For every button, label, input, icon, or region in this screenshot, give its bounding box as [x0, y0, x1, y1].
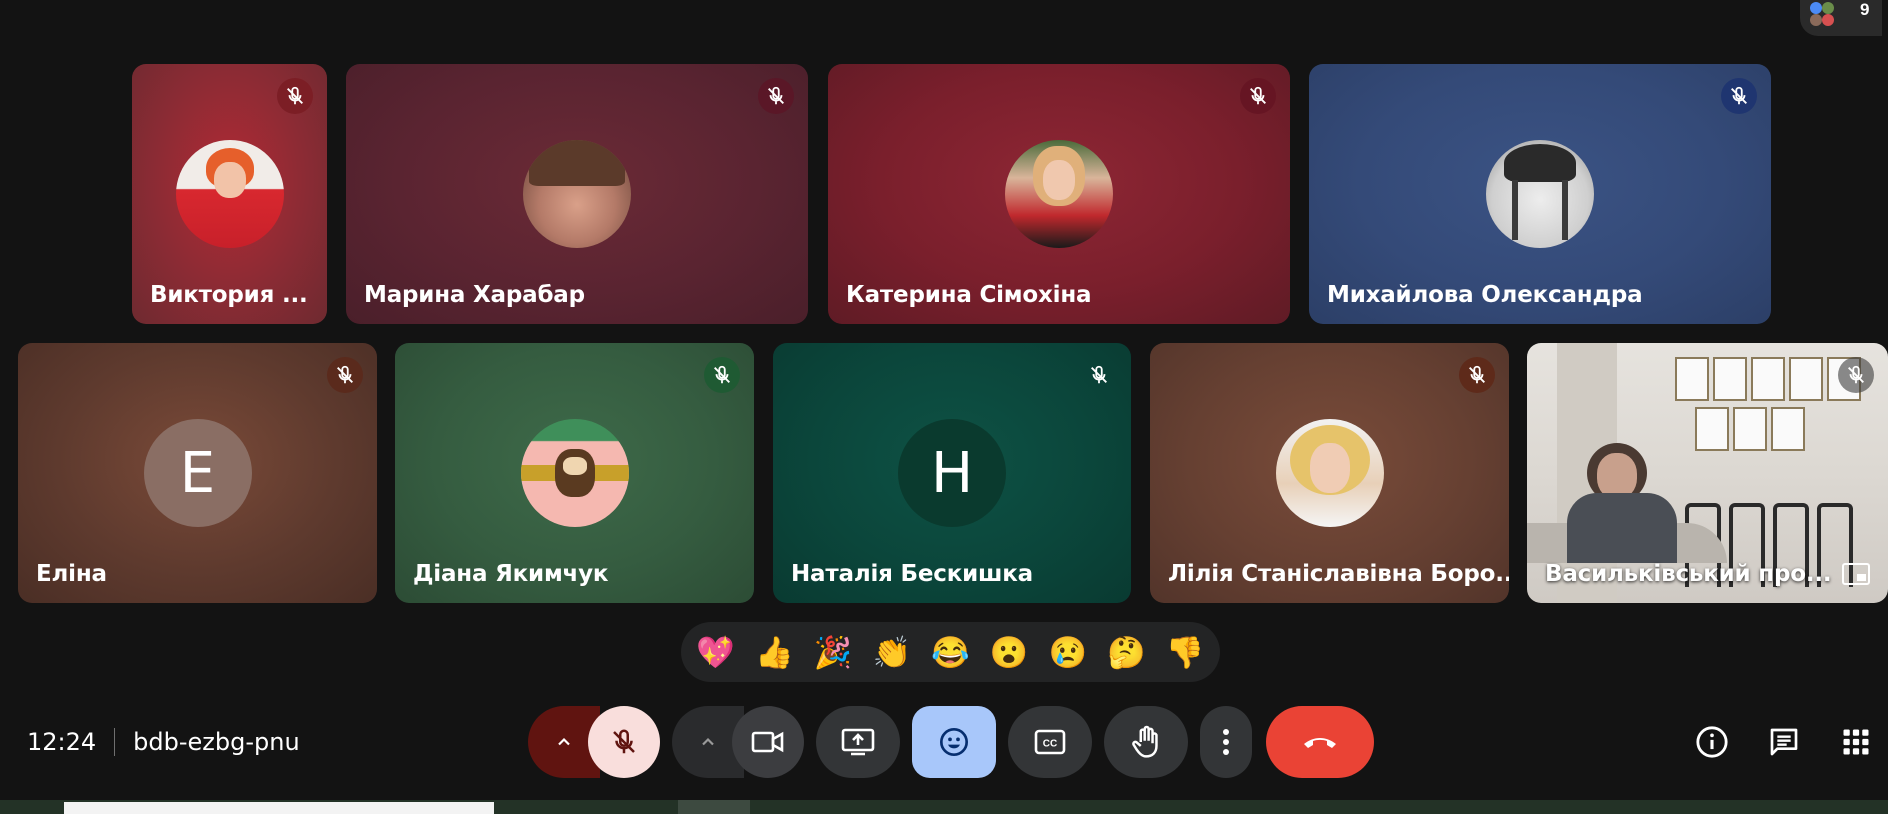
- apps-grid-icon: [1843, 729, 1869, 755]
- present-screen-button[interactable]: [816, 706, 900, 778]
- participant-tile[interactable]: Марина Харабар: [346, 64, 808, 324]
- meeting-time: 12:24: [27, 728, 97, 756]
- reaction-thinking[interactable]: 🤔: [1103, 628, 1151, 676]
- os-taskbar: [0, 800, 1888, 814]
- chat-button[interactable]: [1762, 720, 1806, 764]
- avatar: [523, 140, 631, 248]
- mic-muted-icon: [1459, 357, 1495, 393]
- participant-tile[interactable]: Виктория ...: [132, 64, 327, 324]
- meeting-code: bdb-ezbg-pnu: [133, 728, 300, 756]
- participant-name: Виктория ...: [150, 282, 308, 308]
- info-icon: [1696, 726, 1728, 758]
- camera-toggle-button[interactable]: [732, 706, 804, 778]
- participant-name: Васильківський про...: [1545, 561, 1832, 587]
- reaction-surprised[interactable]: 😮: [985, 628, 1033, 676]
- avatar: [1486, 140, 1594, 248]
- reaction-thumbs-up[interactable]: 👍: [750, 628, 798, 676]
- raise-hand-button[interactable]: [1104, 706, 1188, 778]
- captions-icon: CC: [1034, 729, 1066, 755]
- reaction-laughing[interactable]: 😂: [926, 628, 974, 676]
- captions-button[interactable]: CC: [1008, 706, 1092, 778]
- present-screen-icon: [841, 728, 875, 756]
- reaction-thumbs-down[interactable]: 👎: [1161, 628, 1209, 676]
- mic-toggle-button[interactable]: [588, 706, 660, 778]
- more-options-icon: [1223, 729, 1229, 755]
- avatar: [1275, 419, 1384, 527]
- raise-hand-icon: [1132, 725, 1158, 758]
- mic-muted-icon: [1081, 357, 1117, 393]
- participant-name: Катерина Сімохіна: [846, 282, 1092, 308]
- chevron-up-icon: [558, 737, 570, 746]
- camera-icon: [751, 731, 784, 753]
- mic-muted-icon: [758, 78, 794, 114]
- reaction-party-popper[interactable]: 🎉: [809, 628, 857, 676]
- mic-muted-icon: [327, 357, 363, 393]
- participants-count: 9: [1860, 0, 1870, 19]
- participant-tile[interactable]: Лілія Станіславівна Боро...: [1150, 343, 1509, 603]
- participant-name: Лілія Станіславівна Боро...: [1168, 561, 1509, 587]
- participant-tile[interactable]: E Еліна: [18, 343, 377, 603]
- avatar: E: [143, 419, 252, 527]
- participant-tile[interactable]: Катерина Сімохіна: [828, 64, 1290, 324]
- participants-badge[interactable]: 9: [1800, 0, 1882, 36]
- reaction-sparkling-heart[interactable]: 💖: [692, 628, 740, 676]
- participant-name: Михайлова Олександра: [1327, 282, 1643, 308]
- participant-tile[interactable]: H Наталія Бескишка: [773, 343, 1131, 603]
- emoji-icon: [940, 728, 968, 756]
- reaction-crying[interactable]: 😢: [1044, 628, 1092, 676]
- activities-button[interactable]: [1834, 720, 1878, 764]
- svg-text:CC: CC: [1043, 739, 1057, 750]
- mic-muted-icon: [1721, 78, 1757, 114]
- taskbar-app[interactable]: [678, 800, 750, 814]
- picture-in-picture-icon[interactable]: [1842, 563, 1870, 585]
- participant-tile[interactable]: Діана Якимчук: [395, 343, 754, 603]
- mic-muted-icon: [704, 357, 740, 393]
- mic-off-icon: [613, 729, 635, 754]
- meeting-details: 12:24 bdb-ezbg-pnu: [27, 726, 300, 758]
- chat-icon: [1770, 728, 1798, 756]
- avatar: [175, 140, 284, 248]
- divider: [114, 728, 116, 756]
- taskbar-search-box[interactable]: [64, 802, 494, 814]
- mic-muted-icon: [1240, 78, 1276, 114]
- chevron-up-icon: [702, 737, 714, 746]
- reaction-clapping[interactable]: 👏: [868, 628, 916, 676]
- avatar: H: [898, 419, 1006, 527]
- leave-call-icon: [1304, 738, 1336, 748]
- participant-name: Еліна: [36, 561, 107, 587]
- participant-name: Марина Харабар: [364, 282, 585, 308]
- participant-name: Наталія Бескишка: [791, 561, 1033, 587]
- participant-video-tile[interactable]: Васильківський про...: [1527, 343, 1888, 603]
- participant-name: Діана Якимчук: [413, 561, 609, 587]
- mic-muted-icon: [1838, 357, 1874, 393]
- mic-muted-icon: [277, 78, 313, 114]
- more-options-button[interactable]: [1200, 706, 1252, 778]
- avatar: [520, 419, 629, 527]
- avatar: [1005, 140, 1113, 248]
- participant-avatars-icon: [1810, 2, 1840, 26]
- emoji-reactions-button[interactable]: [912, 706, 996, 778]
- leave-call-button[interactable]: [1266, 706, 1374, 778]
- reactions-bar: 💖 👍 🎉 👏 😂 😮 😢 🤔 👎: [681, 622, 1220, 682]
- meeting-details-button[interactable]: [1690, 720, 1734, 764]
- participant-tile[interactable]: Михайлова Олександра: [1309, 64, 1771, 324]
